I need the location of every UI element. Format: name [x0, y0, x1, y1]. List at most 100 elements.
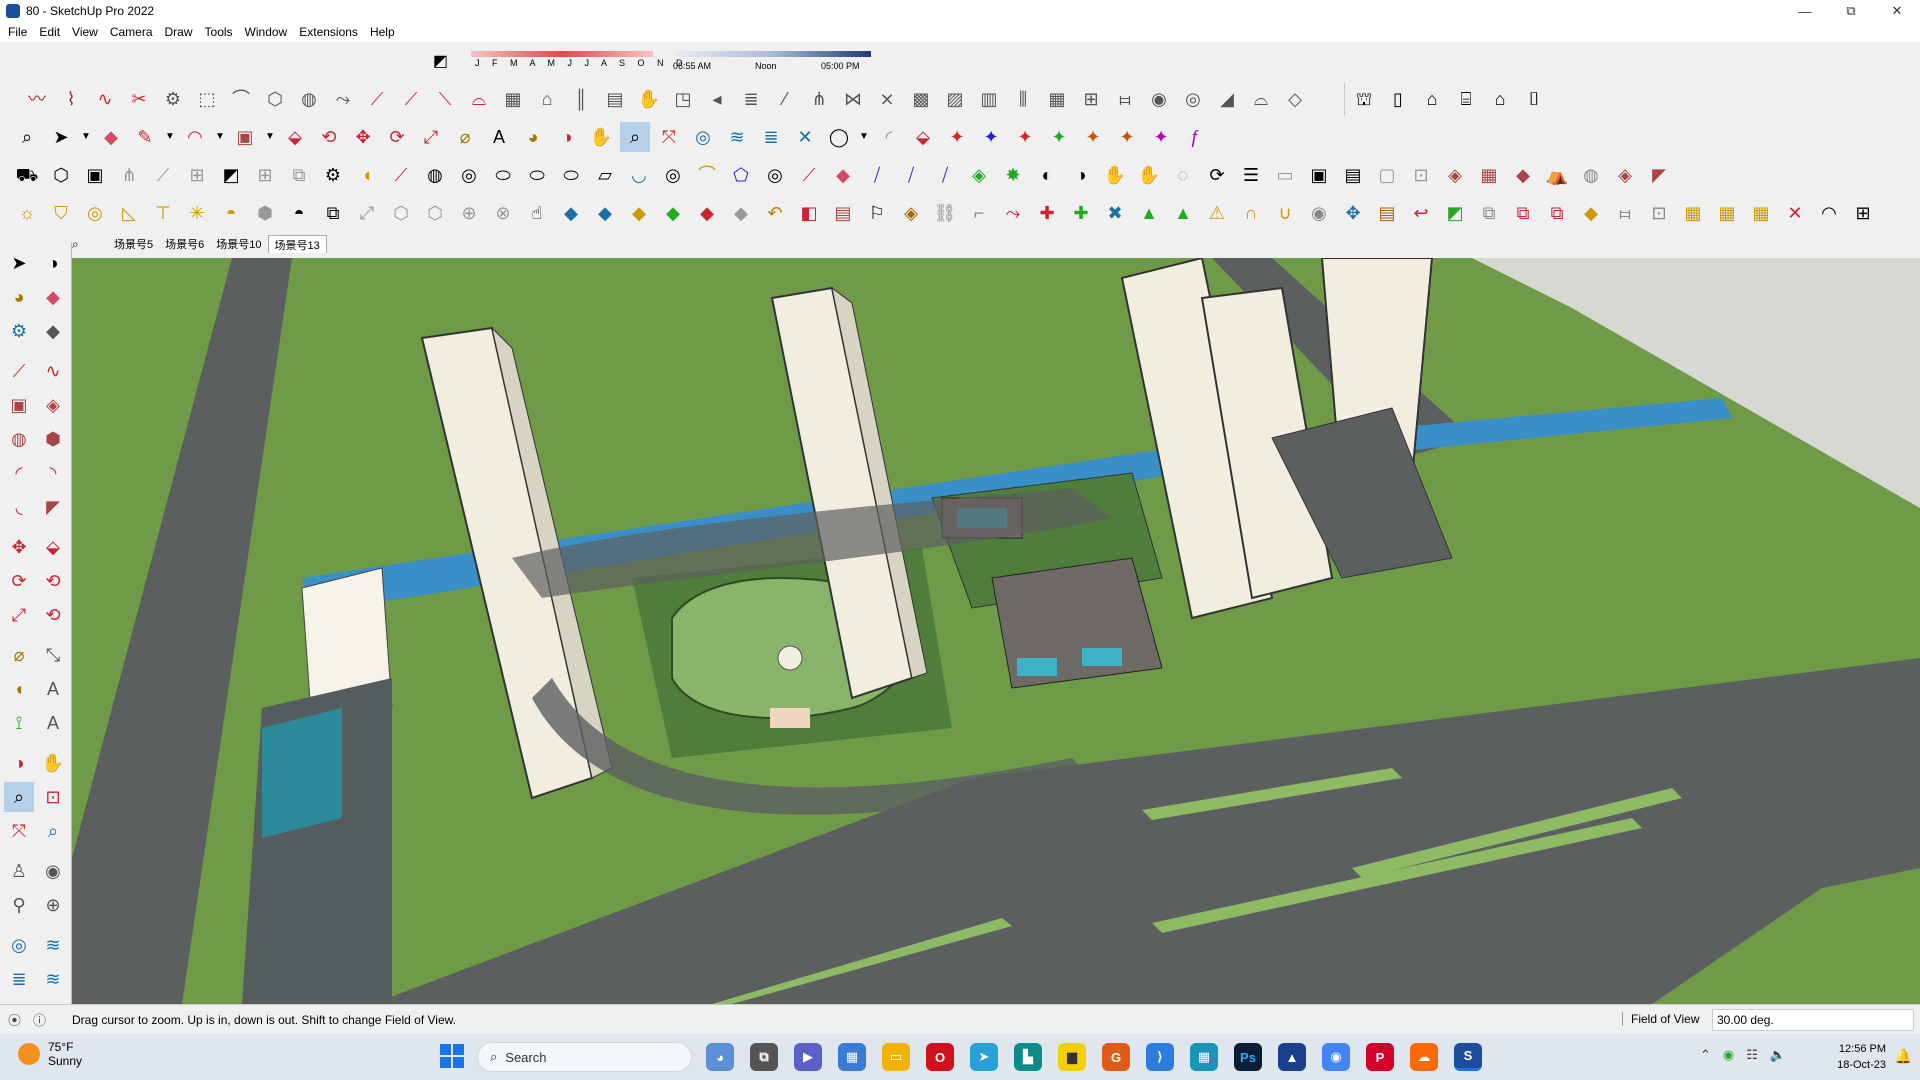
slash-blue-1-icon[interactable]: ⧸	[862, 160, 892, 190]
move-icon[interactable]: ✥	[348, 122, 378, 152]
extension-warehouse-icon[interactable]: ≋	[722, 122, 752, 152]
red-square-icon[interactable]: ◧	[794, 198, 824, 228]
photo-icon[interactable]: ⊡	[1644, 198, 1674, 228]
wifi-icon[interactable]: ☷	[1746, 1047, 1758, 1063]
opera-icon[interactable]: O	[926, 1043, 954, 1071]
scale-tool-icon[interactable]: ⤢	[4, 600, 34, 630]
cube-icon[interactable]: ▣	[80, 160, 110, 190]
tape-measure-icon[interactable]: ⌀	[450, 122, 480, 152]
warning-icon[interactable]: ⚠	[1202, 198, 1232, 228]
zoom-extents-tool-icon[interactable]: ⤧	[4, 816, 34, 846]
extension-manager-icon[interactable]: ✕	[790, 122, 820, 152]
window-icon[interactable]: ▣	[1304, 160, 1334, 190]
refresh-icon[interactable]: ⟳	[1202, 160, 1232, 190]
slash-icon[interactable]: ⁄	[770, 84, 800, 114]
menu-file[interactable]: File	[2, 25, 33, 39]
3d-text-tool-icon[interactable]: A	[38, 708, 68, 738]
position-camera-icon[interactable]: ♙	[4, 856, 34, 886]
lasso-icon[interactable]: ⌒	[692, 160, 722, 190]
sweep-icon[interactable]: ⤳	[328, 84, 358, 114]
model-viewport[interactable]	[72, 258, 1920, 1004]
hand-2-icon[interactable]: ✋	[1100, 160, 1130, 190]
copilot-icon[interactable]: ◕	[706, 1043, 734, 1071]
red-plus-icon[interactable]: ✚	[1032, 198, 1062, 228]
ruler-icon[interactable]: ⟋	[386, 160, 416, 190]
arrow-left-icon[interactable]: ◂	[702, 84, 732, 114]
spline-icon[interactable]: ∿	[90, 84, 120, 114]
ball-outline-2-icon[interactable]: ⊗	[488, 198, 518, 228]
lamp-icon[interactable]: ⛉	[46, 198, 76, 228]
window-2-icon[interactable]: ▤	[1338, 160, 1368, 190]
u-turn-icon[interactable]: ↩	[1406, 198, 1436, 228]
plane-icon[interactable]: ▱	[590, 160, 620, 190]
hatch-3-icon[interactable]: ▦	[1712, 198, 1742, 228]
sticky-notes-icon[interactable]: ▆	[1058, 1043, 1086, 1071]
hatch-4-icon[interactable]: ▦	[1746, 198, 1776, 228]
paint-icon[interactable]: ◕	[4, 282, 34, 312]
fillet-icon[interactable]: ⌓	[464, 84, 494, 114]
axis-move-blue-icon[interactable]: ✦	[976, 122, 1006, 152]
axis-move-red-icon[interactable]: ✦	[942, 122, 972, 152]
ext-manager-tool-icon[interactable]: ≋	[38, 964, 68, 994]
grey-tile-icon[interactable]: ◆	[726, 198, 756, 228]
task-view-icon[interactable]: ⧉	[750, 1043, 778, 1071]
tape-tool-icon[interactable]: ⌀	[4, 640, 34, 670]
ring-2-icon[interactable]: ◎	[760, 160, 790, 190]
geo-location-icon[interactable]: ⦿	[8, 1010, 21, 1029]
photoshop-icon[interactable]: Ps	[1234, 1043, 1262, 1071]
line-red-icon[interactable]: ⟋	[794, 160, 824, 190]
red-tile-2-icon[interactable]: ◆	[692, 198, 722, 228]
loop-icon[interactable]: ⬠	[726, 160, 756, 190]
magnifier-icon[interactable]: ⌕	[12, 122, 42, 152]
3d-scene[interactable]	[72, 258, 1920, 1004]
circle-3d-2-icon[interactable]: ◎	[454, 160, 484, 190]
curve-icon[interactable]: 〰	[22, 84, 52, 114]
roof-icon[interactable]: ⌂	[532, 84, 562, 114]
pie-tool-icon[interactable]: ◤	[38, 492, 68, 522]
offset-icon[interactable]: ◜	[874, 122, 904, 152]
face-icon[interactable]: ◳	[668, 84, 698, 114]
sun-study-icon[interactable]: ☼	[12, 198, 42, 228]
clock[interactable]: 12:56 PM 18-Oct-23	[1837, 1041, 1886, 1073]
move-tool-icon[interactable]: ✥	[4, 532, 34, 562]
teams-icon[interactable]: ▶	[794, 1043, 822, 1071]
sphere-2-icon[interactable]: ◐	[1032, 160, 1062, 190]
dropdown-arrow-icon[interactable]: ▼	[80, 122, 92, 152]
undo-curve-icon[interactable]: ↶	[760, 198, 790, 228]
horseshoe-2-icon[interactable]: ∪	[1270, 198, 1300, 228]
package-icon[interactable]: ◈	[896, 198, 926, 228]
taskbar-search[interactable]: ⌕ Search	[477, 1042, 692, 1072]
telegram-icon[interactable]: ➤	[970, 1043, 998, 1071]
close-button[interactable]: ✕	[1874, 0, 1920, 22]
menu-tools[interactable]: Tools	[199, 25, 239, 39]
arc-icon[interactable]: ◠	[180, 122, 210, 152]
lock-icon[interactable]: ⊡	[1406, 160, 1436, 190]
circle-3d-5-icon[interactable]: ⬭	[556, 160, 586, 190]
frame-icon[interactable]: ▭	[1270, 160, 1300, 190]
scene-tab[interactable]: 场景号6	[159, 235, 210, 253]
grid-icon[interactable]: ▤	[600, 84, 630, 114]
fence-icon[interactable]: ⫼	[1008, 84, 1038, 114]
home-outline-icon[interactable]: ⌂	[1485, 84, 1515, 114]
menu-edit[interactable]: Edit	[33, 25, 66, 39]
shadow-settings[interactable]: ◩ J F M A M J J A S O N D 06:55 AM Noon …	[425, 45, 875, 75]
window-frame-icon[interactable]: ⊞	[1076, 84, 1106, 114]
stack-icon[interactable]: ⧉	[1474, 198, 1504, 228]
grass-icon[interactable]: ⋔	[114, 160, 144, 190]
divide-icon[interactable]: ⟍	[430, 84, 460, 114]
list-icon[interactable]: ▤	[828, 198, 858, 228]
rectangle-icon[interactable]: ▣	[230, 122, 260, 152]
dropdown-4-icon[interactable]: ▼	[264, 122, 276, 152]
weather-widget[interactable]: 75°F Sunny	[18, 1040, 82, 1068]
loft-icon[interactable]: ⌒	[226, 84, 256, 114]
target-icon[interactable]: ◎	[80, 198, 110, 228]
texture-icon[interactable]: ▦	[1042, 84, 1072, 114]
box-outline-icon[interactable]: ⬡	[386, 198, 416, 228]
grid-select-icon[interactable]: ⊞	[1848, 198, 1878, 228]
green-shape-icon[interactable]: ◩	[1440, 198, 1470, 228]
door-icon[interactable]: ▯	[1383, 84, 1413, 114]
arc-tool-icon[interactable]: ◜	[4, 458, 34, 488]
gear-shape-icon[interactable]: ⚙	[158, 84, 188, 114]
red-roof-icon[interactable]: ◆	[1508, 160, 1538, 190]
follow-me-icon[interactable]: ⟲	[314, 122, 344, 152]
